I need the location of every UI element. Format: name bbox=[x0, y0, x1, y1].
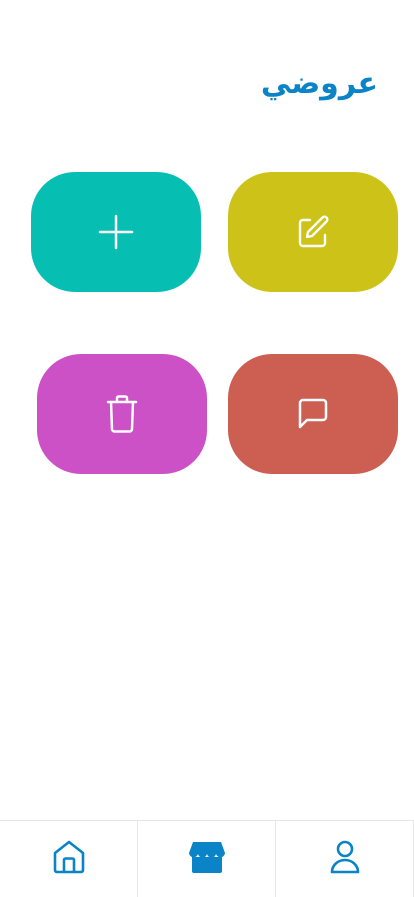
trash-icon bbox=[105, 394, 139, 434]
delete-offer-button[interactable] bbox=[37, 354, 207, 474]
plus-icon bbox=[97, 213, 135, 251]
page-title: عروضي bbox=[260, 66, 378, 101]
bottom-navigation bbox=[0, 820, 414, 897]
message-button[interactable] bbox=[228, 354, 398, 474]
edit-offer-button[interactable] bbox=[228, 172, 398, 292]
home-icon bbox=[52, 839, 86, 879]
nav-profile[interactable] bbox=[276, 821, 414, 897]
nav-home[interactable] bbox=[0, 821, 138, 897]
edit-icon bbox=[295, 214, 331, 250]
store-icon bbox=[188, 840, 226, 878]
add-offer-button[interactable] bbox=[31, 172, 201, 292]
user-icon bbox=[329, 839, 361, 879]
message-icon bbox=[295, 396, 331, 432]
nav-store[interactable] bbox=[138, 821, 276, 897]
